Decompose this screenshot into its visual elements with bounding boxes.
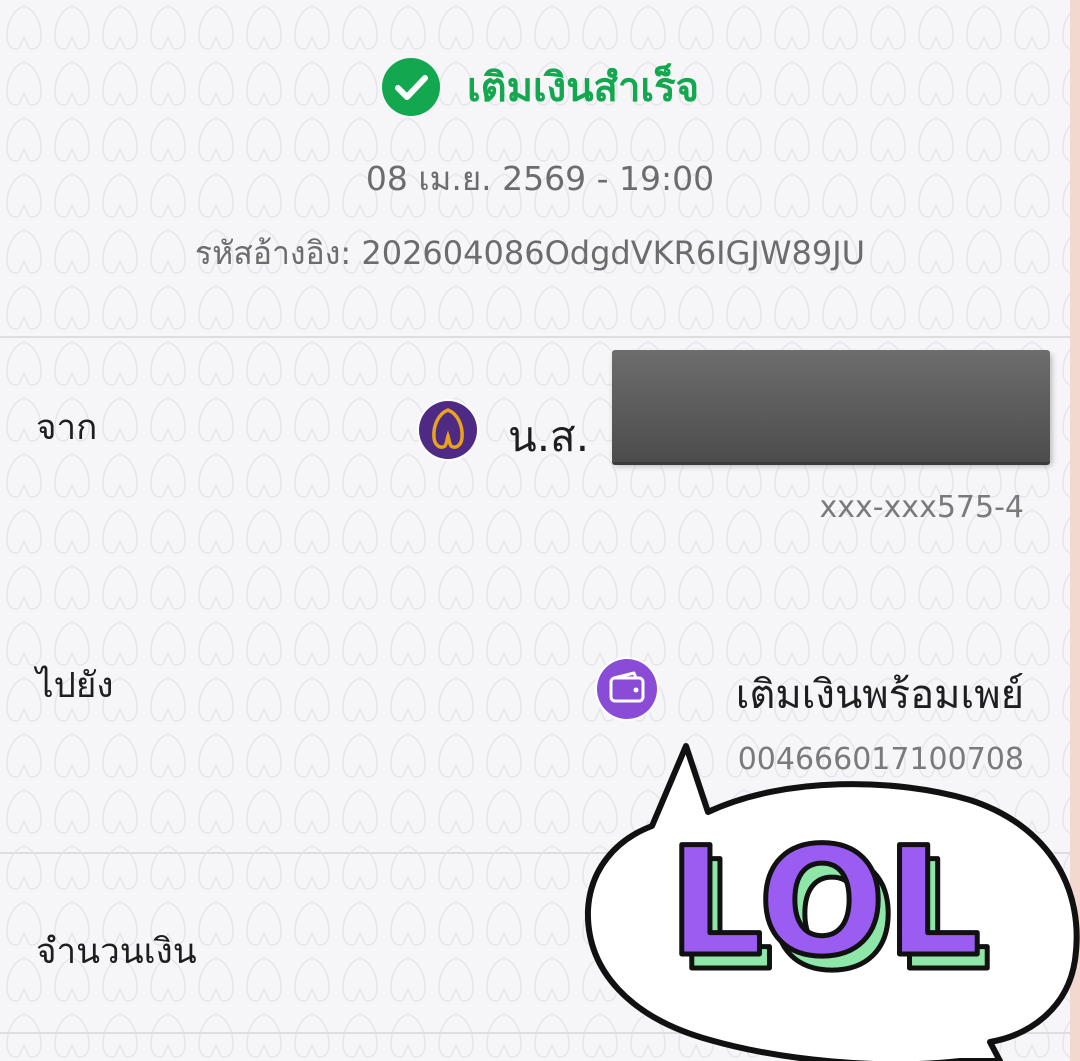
to-label: ไปยัง (36, 666, 114, 706)
check-circle-icon (381, 58, 440, 116)
redacted-sender-name (612, 350, 1050, 462)
divider (0, 336, 1070, 338)
reference-code: รหัสอ้างอิง: 202604086OdgdVKR6IGJW89JU (194, 234, 866, 272)
sender-name-prefix: น.ส. (508, 412, 590, 461)
from-label: จาก (36, 408, 98, 448)
wallet-icon (595, 657, 659, 721)
sender-account-number: xxx-xxx575-4 (819, 490, 1024, 525)
bank-logo-icon (417, 399, 479, 461)
amount-label: จำนวนเงิน (36, 932, 197, 972)
transaction-datetime: 08 เม.ย. 2569 - 19:00 (365, 159, 715, 198)
lol-sticker: LOL LOL (584, 743, 1080, 1061)
recipient-name: เติมเงินพร้อมเพย์ (735, 672, 1024, 718)
status-header: เติมเงินสำเร็จ (0, 52, 1080, 122)
sticker-lol-text: LOL (668, 816, 981, 990)
status-title: เติมเงินสำเร็จ (466, 65, 700, 111)
